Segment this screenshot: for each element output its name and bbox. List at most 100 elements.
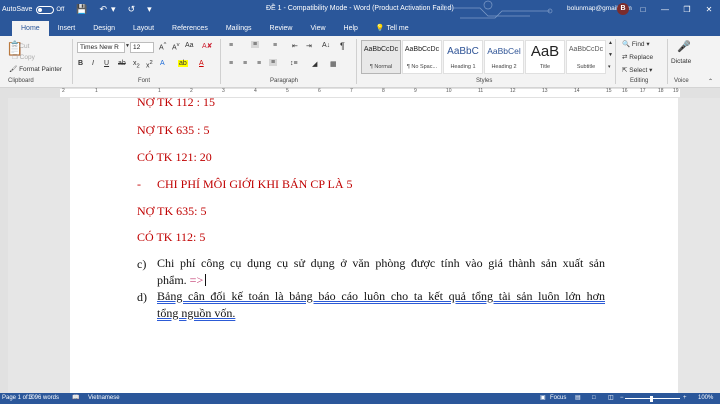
- editing-group-label: Editing: [630, 78, 649, 84]
- copy-button[interactable]: ❐ Copy: [12, 53, 35, 61]
- customize-toolbar-icon[interactable]: ▾: [147, 4, 152, 15]
- tab-file[interactable]: [0, 21, 12, 36]
- language[interactable]: Vietnamese: [88, 393, 120, 404]
- subscript-icon[interactable]: x2: [133, 60, 140, 69]
- lightbulb-icon: 💡: [375, 25, 385, 32]
- tab-review[interactable]: Review: [261, 21, 302, 36]
- clear-formatting-icon[interactable]: A✘: [202, 42, 213, 50]
- tab-design[interactable]: Design: [84, 21, 124, 36]
- save-icon[interactable]: 💾: [76, 4, 87, 15]
- ruler-number: 18: [658, 88, 664, 94]
- text-cursor: [205, 274, 207, 286]
- avatar[interactable]: B: [617, 3, 629, 15]
- text-effects-icon[interactable]: A: [160, 60, 165, 67]
- doc-line-debit-635[interactable]: NỢ TK 635 : 5: [137, 123, 209, 138]
- style-subtitle[interactable]: AaBbCcDc Subtitle: [566, 40, 606, 74]
- format-painter-button[interactable]: 🖌 Format Painter: [9, 65, 62, 73]
- tab-insert[interactable]: Insert: [49, 21, 85, 36]
- paragraph-c[interactable]: Chi phí công cụ dụng cụ sử dụng ở văn ph…: [157, 255, 605, 289]
- separator: [615, 39, 616, 84]
- align-center-icon[interactable]: ≡: [243, 60, 247, 67]
- borders-icon[interactable]: ▦: [330, 60, 337, 68]
- style-normal[interactable]: AaBbCcDc ¶ Normal: [361, 40, 401, 74]
- align-right-icon[interactable]: ≡: [257, 60, 261, 67]
- zoom-in-icon[interactable]: +: [683, 393, 687, 404]
- styles-more-icon[interactable]: ▾: [608, 64, 611, 70]
- line-spacing-icon[interactable]: ↕≡: [290, 60, 298, 67]
- highlight-icon[interactable]: ab: [178, 60, 188, 67]
- shading-icon[interactable]: ◢: [312, 60, 317, 68]
- ribbon-display-icon[interactable]: □: [632, 0, 654, 19]
- undo-dropdown-icon[interactable]: ▾: [111, 4, 116, 15]
- dictate-label[interactable]: Dictate: [671, 58, 691, 65]
- zoom-slider-thumb[interactable]: [650, 396, 653, 402]
- document-page[interactable]: [70, 98, 678, 393]
- bold-icon[interactable]: B: [78, 60, 83, 67]
- ruler-number: 1: [158, 88, 161, 94]
- styles-scroll-up-icon[interactable]: ▲: [608, 40, 613, 46]
- multilevel-list-icon[interactable]: ≡: [273, 42, 277, 49]
- tab-references[interactable]: References: [163, 21, 217, 36]
- tab-mailings[interactable]: Mailings: [217, 21, 261, 36]
- tab-view[interactable]: View: [301, 21, 334, 36]
- zoom-level[interactable]: 100%: [698, 393, 713, 404]
- styles-scroll-down-icon[interactable]: ▼: [608, 52, 613, 58]
- maximize-icon[interactable]: ❐: [676, 0, 698, 19]
- font-name-combo[interactable]: Times New R: [77, 42, 125, 53]
- italic-icon[interactable]: I: [92, 60, 94, 67]
- collapse-ribbon-icon[interactable]: ⌃: [708, 78, 713, 85]
- find-button[interactable]: 🔍 Find ▾: [622, 40, 650, 48]
- print-layout-icon[interactable]: □: [592, 393, 596, 404]
- style-heading-2[interactable]: AaBbCel Heading 2: [484, 40, 524, 74]
- decrease-indent-icon[interactable]: ⇤: [292, 42, 298, 50]
- minimize-icon[interactable]: —: [654, 0, 676, 19]
- sort-icon[interactable]: A↓: [322, 42, 330, 49]
- grow-font-icon[interactable]: A^: [159, 42, 166, 51]
- doc-line-debit-635-2[interactable]: NỢ TK 635: 5: [137, 204, 206, 219]
- doc-line-brokerage-fee[interactable]: CHI PHÍ MÔI GIỚI KHI BÁN CP LÀ 5: [157, 177, 353, 192]
- align-left-icon[interactable]: ≡: [229, 60, 233, 67]
- increase-indent-icon[interactable]: ⇥: [306, 42, 312, 50]
- zoom-out-icon[interactable]: −: [620, 393, 624, 404]
- bullets-icon[interactable]: ≡: [229, 42, 233, 49]
- redo-icon[interactable]: ↺: [128, 4, 136, 15]
- read-mode-icon[interactable]: ▤: [575, 393, 581, 404]
- numbering-icon[interactable]: ≡: [251, 41, 260, 48]
- cut-button[interactable]: ✂ Cut: [12, 42, 29, 50]
- autosave-toggle[interactable]: [36, 5, 55, 14]
- focus-icon[interactable]: ▣: [540, 393, 546, 404]
- doc-line-debit-112[interactable]: NỢ TK 112 : 15: [137, 95, 215, 110]
- font-size-combo[interactable]: 12: [130, 42, 154, 53]
- find-label: Find: [631, 41, 645, 48]
- superscript-icon[interactable]: x2: [146, 60, 153, 69]
- tab-tell-me[interactable]: 💡 Tell me: [367, 21, 418, 36]
- tab-home[interactable]: Home: [12, 21, 49, 36]
- tab-help[interactable]: Help: [335, 21, 367, 36]
- microphone-icon[interactable]: 🎤: [677, 40, 691, 53]
- paragraph-d[interactable]: Bảng cân đối kế toán là bảng báo cáo luô…: [157, 288, 605, 322]
- shrink-font-icon[interactable]: Av: [172, 42, 180, 51]
- style-heading-1[interactable]: AaBbC Heading 1: [443, 40, 483, 74]
- arrow-text: =>: [189, 273, 204, 287]
- doc-line-credit-112[interactable]: CÓ TK 112: 5: [137, 230, 205, 245]
- style-preview: AaBbCcDc: [404, 46, 440, 53]
- justify-icon[interactable]: ≡: [269, 59, 278, 66]
- replace-button[interactable]: ⇄ Replace: [622, 53, 653, 61]
- font-color-icon[interactable]: A: [199, 60, 204, 67]
- undo-icon[interactable]: ↶: [99, 4, 107, 15]
- focus-label[interactable]: Focus: [550, 393, 566, 404]
- word-count[interactable]: 1096 words: [28, 393, 59, 404]
- strikethrough-icon[interactable]: ab: [118, 60, 126, 67]
- paragraph-d-line1: Bảng cân đối kế toán là bảng báo cáo luô…: [157, 289, 605, 303]
- web-layout-icon[interactable]: ◫: [608, 393, 614, 404]
- tab-layout[interactable]: Layout: [124, 21, 163, 36]
- close-icon[interactable]: ✕: [698, 0, 720, 19]
- underline-icon[interactable]: U: [104, 60, 109, 67]
- style-no-spacing[interactable]: AaBbCcDc ¶ No Spac...: [402, 40, 442, 74]
- doc-line-credit-121[interactable]: CÓ TK 121: 20: [137, 150, 212, 165]
- show-marks-icon[interactable]: ¶: [340, 41, 345, 51]
- proofing-icon[interactable]: 📖: [72, 393, 79, 404]
- style-title[interactable]: AaB Title: [525, 40, 565, 74]
- change-case-icon[interactable]: Aa: [185, 42, 194, 49]
- select-button[interactable]: ⇱ Select ▾: [622, 66, 652, 74]
